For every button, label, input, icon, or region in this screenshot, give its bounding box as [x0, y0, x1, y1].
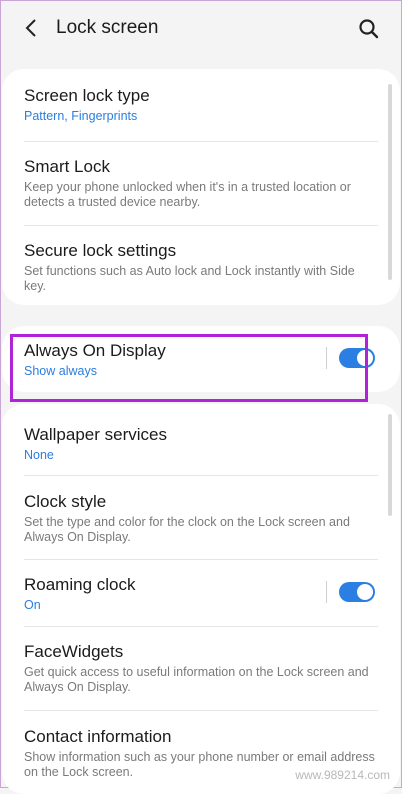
page-title: Lock screen — [56, 17, 159, 38]
divider — [24, 626, 378, 627]
toggle-knob — [357, 350, 373, 366]
secure-lock-settings-title: Secure lock settings — [24, 241, 177, 260]
screen-lock-type-title: Screen lock type — [24, 86, 150, 105]
app-bar: Lock screen — [0, 0, 402, 58]
clock-style-description: Set the type and color for the clock on … — [24, 515, 350, 544]
smart-lock-item[interactable]: Smart Lock Keep your phone unlocked when… — [24, 157, 378, 210]
roaming-clock-item[interactable]: Roaming clock On — [24, 575, 310, 613]
search-button[interactable] — [357, 17, 381, 41]
wallpaper-services-value: None — [24, 448, 54, 462]
facewidgets-title: FaceWidgets — [24, 642, 124, 661]
scrollbar[interactable] — [388, 84, 392, 280]
divider — [24, 141, 378, 142]
wallpaper-services-item[interactable]: Wallpaper services None — [24, 425, 378, 463]
screen-lock-type-item[interactable]: Screen lock type Pattern, Fingerprints — [24, 86, 378, 124]
secure-lock-settings-item[interactable]: Secure lock settings Set functions such … — [24, 241, 378, 294]
secure-lock-settings-description: Set functions such as Auto lock and Lock… — [24, 264, 355, 293]
always-on-display-value: Show always — [24, 364, 97, 378]
facewidgets-description: Get quick access to useful information o… — [24, 665, 369, 694]
display-settings-card: Wallpaper services None Clock style Set … — [2, 404, 400, 794]
watermark: www.989214.com — [295, 768, 390, 782]
toggle-knob — [357, 584, 373, 600]
divider — [24, 475, 378, 476]
always-on-display-toggle[interactable] — [339, 348, 375, 368]
vertical-divider — [326, 581, 327, 603]
clock-style-item[interactable]: Clock style Set the type and color for t… — [24, 492, 378, 545]
smart-lock-title: Smart Lock — [24, 157, 110, 176]
divider — [24, 225, 378, 226]
divider — [24, 559, 378, 560]
search-icon — [359, 19, 379, 39]
roaming-clock-value: On — [24, 598, 41, 612]
always-on-display-title: Always On Display — [24, 341, 166, 360]
divider — [24, 710, 378, 711]
chevron-left-icon — [25, 19, 36, 37]
clock-style-title: Clock style — [24, 492, 107, 511]
wallpaper-services-title: Wallpaper services — [24, 425, 167, 444]
aod-card: Always On Display Show always — [2, 326, 400, 392]
screen-lock-type-value: Pattern, Fingerprints — [24, 109, 138, 123]
roaming-clock-toggle[interactable] — [339, 582, 375, 602]
always-on-display-item[interactable]: Always On Display Show always — [24, 341, 310, 379]
scrollbar[interactable] — [388, 414, 392, 516]
roaming-clock-title: Roaming clock — [24, 575, 136, 594]
security-settings-card: Screen lock type Pattern, Fingerprints S… — [2, 69, 400, 305]
vertical-divider — [326, 347, 327, 369]
smart-lock-description: Keep your phone unlocked when it's in a … — [24, 180, 351, 209]
contact-information-title: Contact information — [24, 727, 172, 746]
back-button[interactable] — [20, 16, 44, 40]
facewidgets-item[interactable]: FaceWidgets Get quick access to useful i… — [24, 642, 378, 695]
